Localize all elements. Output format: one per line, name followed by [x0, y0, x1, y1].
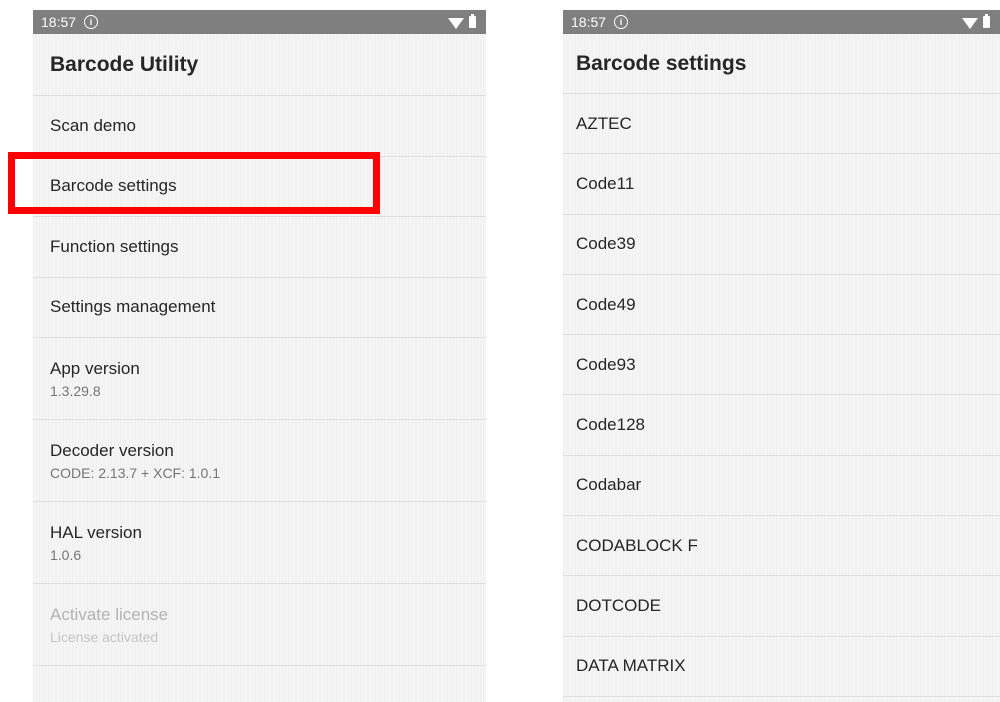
status-bar: 18:57 i: [563, 10, 1000, 34]
symbology-item-code49[interactable]: Code49: [563, 275, 1000, 336]
barcode-settings-screen: 18:57 i Barcode settings AZTEC Code11 Co…: [563, 10, 1000, 702]
item-title: Code128: [576, 415, 646, 435]
symbology-item-code128[interactable]: Code128: [563, 395, 1000, 456]
status-time: 18:57: [41, 14, 77, 30]
menu-item-app-version[interactable]: App version 1.3.29.8: [33, 338, 486, 420]
menu-item-decoder-version[interactable]: Decoder version CODE: 2.13.7 + XCF: 1.0.…: [33, 420, 486, 502]
status-time: 18:57: [571, 14, 607, 30]
symbology-item-codablock-f[interactable]: CODABLOCK F: [563, 516, 1000, 577]
item-title: Scan demo: [50, 115, 136, 135]
item-subtitle: 1.3.29.8: [50, 382, 101, 399]
item-subtitle: 1.0.6: [50, 546, 82, 563]
menu-item-hal-version[interactable]: HAL version 1.0.6: [33, 502, 486, 584]
wifi-icon: [962, 17, 978, 29]
symbology-item-code11[interactable]: Code11: [563, 154, 1000, 215]
menu-item-settings-management[interactable]: Settings management: [33, 278, 486, 338]
battery-icon: [469, 14, 476, 28]
menu-item-function-settings[interactable]: Function settings: [33, 217, 486, 278]
menu-item-scan-demo[interactable]: Scan demo: [33, 96, 486, 157]
battery-icon: [983, 14, 990, 28]
symbology-item-data-matrix[interactable]: DATA MATRIX: [563, 637, 1000, 697]
item-title: Settings management: [50, 297, 216, 317]
item-title: DOTCODE: [576, 596, 661, 616]
item-title: Code49: [576, 294, 636, 314]
app-bar-title: Barcode Utility: [33, 34, 486, 96]
item-title: Code93: [576, 354, 636, 374]
symbology-item-codabar[interactable]: Codabar: [563, 456, 1000, 517]
menu-item-activate-license: Activate license License activated: [33, 584, 486, 666]
item-title: DATA MATRIX: [576, 656, 686, 676]
symbology-item-code93[interactable]: Code93: [563, 335, 1000, 396]
item-title: App version: [50, 358, 140, 378]
item-title: Code11: [576, 173, 635, 193]
item-title: Code39: [576, 234, 636, 254]
wifi-icon: [448, 17, 464, 29]
status-bar: 18:57 i: [33, 10, 486, 34]
item-title: Function settings: [50, 236, 179, 256]
menu-item-barcode-settings[interactable]: Barcode settings: [33, 157, 486, 217]
symbology-item-aztec[interactable]: AZTEC: [563, 94, 1000, 155]
item-title: Codabar: [576, 475, 642, 495]
barcode-utility-screen: 18:57 i Barcode Utility Scan demo Barcod…: [33, 10, 486, 702]
symbology-item-code39[interactable]: Code39: [563, 215, 1000, 275]
item-title: CODABLOCK F: [576, 535, 698, 555]
symbology-item-dotcode[interactable]: DOTCODE: [563, 576, 1000, 637]
item-subtitle: License activated: [50, 628, 159, 645]
info-icon: i: [84, 15, 99, 29]
item-title: HAL version: [50, 522, 142, 542]
info-icon: i: [614, 15, 629, 29]
item-title: Activate license: [50, 604, 169, 624]
app-bar-title: Barcode settings: [563, 34, 1000, 94]
item-title: Barcode settings: [50, 176, 177, 196]
item-title: AZTEC: [576, 113, 632, 133]
item-subtitle: CODE: 2.13.7 + XCF: 1.0.1: [50, 464, 221, 481]
item-title: Decoder version: [50, 440, 174, 460]
